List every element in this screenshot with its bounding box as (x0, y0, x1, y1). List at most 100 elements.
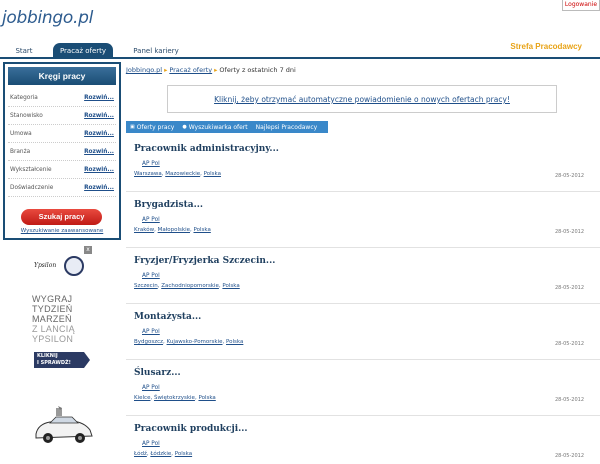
toolbar-item-employers[interactable]: Najlepsi Pracodawcy (252, 124, 322, 131)
offer-date: 28-05-2012 (554, 229, 584, 235)
filter-category: Kategoria Rozwiń... (8, 89, 116, 107)
location-country[interactable]: Polska (175, 451, 192, 457)
search-icon: ● (182, 124, 187, 130)
location-city[interactable]: Bydgoszcz (134, 339, 163, 345)
breadcrumb-home[interactable]: Jobbingo.pl (126, 66, 162, 74)
location-country[interactable]: Polska (222, 283, 239, 289)
offer-title[interactable]: Ślusarz... (134, 368, 181, 378)
location-region[interactable]: Mazowieckie (165, 171, 200, 177)
location-city[interactable]: Szczecin (134, 283, 158, 289)
lancia-ad-banner[interactable]: x Ypsilon WYGRAJ TYDZIEŃ MARZEŃ Z LANCIĄ… (28, 246, 93, 462)
job-filter-sidebar: Kręgi pracy Kategoria Rozwiń... Stanowis… (3, 62, 121, 240)
advanced-search-link[interactable]: Wyszukiwanie zaawansowane (5, 228, 119, 234)
offer-title[interactable]: Montażysta... (134, 312, 201, 322)
site-logo[interactable]: jobbingo.pl (2, 8, 93, 28)
offer-title[interactable]: Fryzjer/Fryzjerka Szczecin... (134, 256, 275, 266)
location-city[interactable]: Warszawa (134, 171, 162, 177)
location-region[interactable]: Zachodniopomorskie (161, 283, 219, 289)
location-region[interactable]: Małopolskie (158, 227, 190, 233)
list-item: Brygadzista... AP Pol Kraków, Małopolski… (126, 192, 600, 248)
expand-link[interactable]: Rozwiń... (84, 131, 114, 137)
expand-link[interactable]: Rozwiń... (84, 167, 114, 173)
offer-location: Łódź, Łódzkie, Polska (134, 451, 193, 457)
slogan-line: WYGRAJ (32, 294, 73, 304)
list-icon: ▣ (130, 124, 135, 130)
lancia-logo-icon (64, 256, 84, 276)
filter-list: Kategoria Rozwiń... Stanowisko Rozwiń...… (8, 89, 116, 197)
toolbar-label: Oferty pracy (136, 123, 175, 131)
offer-date: 28-05-2012 (554, 341, 584, 347)
login-button[interactable]: Logowanie (562, 0, 600, 11)
location-city[interactable]: Łódź (134, 451, 147, 457)
ad-cta-button[interactable]: KLIKNIJ I SPRAWDŹ! (34, 352, 84, 368)
breadcrumb-separator-icon: ▸ (164, 66, 168, 74)
location-city[interactable]: Kraków (134, 227, 154, 233)
tab-job-offers[interactable]: Pracaż oferty (53, 43, 113, 59)
breadcrumb-offers[interactable]: Pracaż oferty (169, 66, 212, 74)
offer-title[interactable]: Pracownik administracyjny... (134, 144, 279, 154)
expand-link[interactable]: Rozwiń... (84, 113, 114, 119)
expand-link[interactable]: Rozwiń... (84, 149, 114, 155)
offer-location: Szczecin, Zachodniopomorskie, Polska (134, 283, 240, 289)
filter-industry: Branża Rozwiń... (8, 143, 116, 161)
toolbar-label: Wyszukiwarka ofert (188, 123, 248, 131)
expand-link[interactable]: Rozwiń... (84, 185, 114, 191)
location-country[interactable]: Polska (198, 395, 215, 401)
offer-location: Bydgoszcz, Kujawsko-Pomorskie, Polska (134, 339, 244, 345)
ypsilon-logo: Ypsilon (34, 262, 57, 269)
toolbar-item-search[interactable]: ● Wyszukiwarka ofert (178, 124, 251, 131)
search-jobs-button[interactable]: Szukaj pracy (21, 209, 102, 225)
tab-start[interactable]: Start (0, 43, 48, 59)
filter-label: Wykształcenie (10, 166, 52, 173)
list-item: Pracownik administracyjny... AP Pol Wars… (126, 136, 600, 192)
breadcrumb-current: Oferty z ostatnich 7 dni (219, 66, 296, 74)
breadcrumb: Jobbingo.pl ▸ Pracaż oferty ▸ Oferty z ostat… (126, 66, 296, 74)
filter-label: Kategoria (10, 94, 38, 101)
offer-company[interactable]: AP Pol (142, 273, 160, 279)
job-alert-notification[interactable]: Kliknij, żeby otrzymać automatyczne powi… (167, 85, 557, 113)
offer-date: 28-05-2012 (554, 173, 584, 179)
cta-line: KLIKNIJ (37, 353, 58, 359)
offer-company[interactable]: AP Pol (142, 329, 160, 335)
close-icon[interactable]: x (84, 246, 92, 254)
location-country[interactable]: Polska (226, 339, 243, 345)
toolbar-label: Najlepsi Pracodawcy (255, 123, 318, 131)
offer-company[interactable]: AP Pol (142, 385, 160, 391)
location-region[interactable]: Świętokrzyskie (154, 395, 195, 401)
list-item: Fryzjer/Fryzjerka Szczecin... AP Pol Szc… (126, 248, 600, 304)
offer-company[interactable]: AP Pol (142, 217, 160, 223)
location-region[interactable]: Kujawsko-Pomorskie (167, 339, 223, 345)
expand-link[interactable]: Rozwiń... (84, 95, 114, 101)
list-item: Montażysta... AP Pol Bydgoszcz, Kujawsko… (126, 304, 600, 360)
location-region[interactable]: Łódzkie (150, 451, 171, 457)
location-country[interactable]: Polska (193, 227, 210, 233)
slogan-line: YPSILON (32, 334, 74, 344)
location-city[interactable]: Kielce (134, 395, 150, 401)
toolbar-item-offers[interactable]: ▣ Oferty pracy (126, 124, 178, 131)
offer-company[interactable]: AP Pol (142, 441, 160, 447)
car-image (35, 406, 93, 443)
filter-label: Branża (10, 148, 31, 155)
filter-education: Wykształcenie Rozwiń... (8, 161, 116, 179)
offer-location: Warszawa, Mazowieckie, Polska (134, 171, 221, 177)
offer-date: 28-05-2012 (554, 285, 584, 291)
offer-date: 28-05-2012 (554, 397, 584, 403)
arrow-right-icon (84, 352, 90, 368)
tab-career-panel[interactable]: Panel kariery (128, 43, 184, 59)
offer-title[interactable]: Brygadzista... (134, 200, 203, 210)
filter-label: Stanowisko (10, 112, 43, 119)
offer-location: Kielce, Świętokrzyskie, Polska (134, 395, 216, 401)
list-item: Ślusarz... AP Pol Kielce, Świętokrzyskie… (126, 360, 600, 416)
ad-slogan: WYGRAJ TYDZIEŃ MARZEŃ Z LANCIĄ YPSILON (32, 294, 92, 344)
location-country[interactable]: Polska (204, 171, 221, 177)
slogan-line: Z LANCIĄ (32, 324, 75, 334)
offer-date: 28-05-2012 (554, 453, 584, 459)
job-offers-list: Pracownik administracyjny... AP Pol Wars… (126, 136, 600, 464)
employer-zone-link[interactable]: Strefa Pracodawcy (510, 42, 582, 51)
sidebar-title: Kręgi pracy (8, 67, 116, 85)
breadcrumb-separator-icon: ▸ (214, 66, 218, 74)
offer-company[interactable]: AP Pol (142, 161, 160, 167)
slogan-line: TYDZIEŃ (32, 304, 73, 314)
offer-title[interactable]: Pracownik produkcji... (134, 424, 248, 434)
filter-experience: Doświadczenie Rozwiń... (8, 179, 116, 197)
